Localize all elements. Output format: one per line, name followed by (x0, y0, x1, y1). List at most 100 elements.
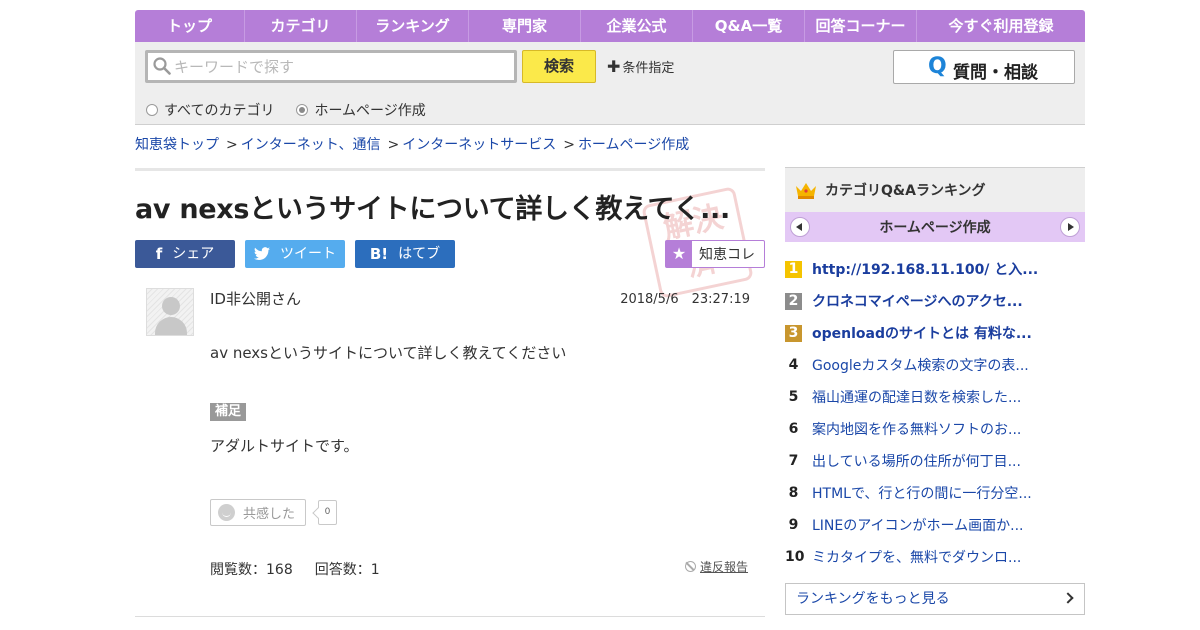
condition-label: 条件指定 (622, 61, 675, 76)
crown-icon (796, 183, 816, 199)
ranking-item-link[interactable]: HTMLで、行と行の間に一行分空... (812, 483, 1032, 503)
rank-number: 2 (785, 292, 802, 310)
nav-item-ranking[interactable]: ランキング (357, 10, 469, 42)
breadcrumb-link[interactable]: インターネットサービス (402, 137, 556, 153)
post-date: 2018/5/6 23:27:19 (620, 292, 750, 307)
more-ranking-label: ランキングをもっと見る (796, 591, 950, 607)
breadcrumb-link[interactable]: インターネット、通信 (241, 137, 381, 153)
radio-label: すべてのカテゴリ (164, 103, 275, 119)
radio-all-categories[interactable]: すべてのカテゴリ (146, 100, 274, 120)
ranking-category-bar: ホームページ作成 (785, 212, 1085, 242)
rank-number: 8 (788, 484, 799, 501)
rank-number: 5 (788, 388, 799, 405)
question-stats: 閲覧数：168 回答数：1 (210, 559, 402, 579)
search-input[interactable] (174, 55, 504, 79)
more-ranking-link[interactable]: ランキングをもっと見る (785, 583, 1085, 615)
empathy-count: 0 (318, 500, 337, 525)
next-category-button[interactable] (1060, 217, 1080, 237)
breadcrumb-link[interactable]: ホームページ作成 (578, 137, 689, 153)
empathy-button[interactable]: 共感した (210, 499, 306, 526)
ranking-item[interactable]: 4 Googleカスタム検索の文字の表... (785, 349, 1085, 381)
rank-number: 3 (785, 324, 802, 342)
chevron-right-icon (1062, 592, 1074, 604)
avatar-head (162, 297, 180, 315)
global-nav: トップ カテゴリ ランキング 専門家 企業公式 Q&A一覧 回答コーナー 今すぐ… (135, 10, 1085, 42)
ranking-item-link[interactable]: LINEのアイコンがホーム画面か... (812, 515, 1023, 535)
ranking-item[interactable]: 9 LINEのアイコンがホーム画面か... (785, 509, 1085, 541)
breadcrumb-separator: > (226, 137, 238, 153)
radio-dot-selected (296, 104, 309, 116)
ranking-item-link[interactable]: Googleカスタム検索の文字の表... (812, 355, 1029, 375)
ranking-title: カテゴリQ&Aランキング (825, 183, 986, 199)
ranking-item[interactable]: 10 ミカタイプを、無料でダウンロ... (785, 541, 1085, 573)
report-label: 違反報告 (700, 560, 749, 574)
ranking-item[interactable]: 5 福山通運の配達日数を検索した... (785, 381, 1085, 413)
ranking-item[interactable]: 2 クロネコマイページへのアクセ... (785, 285, 1085, 317)
share-label: シェア (172, 246, 215, 262)
hatena-bookmark-button[interactable]: B! はてブ (355, 240, 455, 268)
supplement-text: アダルトサイトです。 (210, 437, 359, 455)
ranking-item-link[interactable]: 福山通運の配達日数を検索した... (812, 387, 1021, 407)
answer-count: 回答数：1 (314, 562, 380, 578)
ranking-item[interactable]: 8 HTMLで、行と行の間に一行分空... (785, 477, 1085, 509)
radio-current-category[interactable]: ホームページ作成 (296, 100, 426, 120)
nav-item-category[interactable]: カテゴリ (245, 10, 357, 42)
nav-item-official[interactable]: 企業公式 (581, 10, 693, 42)
search-box (145, 50, 517, 83)
ranking-item[interactable]: 7 出している場所の住所が何丁目... (785, 445, 1085, 477)
avatar (146, 288, 194, 336)
nav-item-qa-list[interactable]: Q&A一覧 (693, 10, 805, 42)
breadcrumb-separator: > (563, 137, 575, 153)
nav-item-experts[interactable]: 専門家 (469, 10, 581, 42)
empathy-label: 共感した (243, 507, 296, 522)
ranking-header: カテゴリQ&Aランキング (785, 167, 1085, 212)
ranking-item-link[interactable]: ミカタイプを、無料でダウンロ... (812, 547, 1021, 567)
ranking-item-link[interactable]: http://192.168.11.100/ と入... (812, 259, 1038, 279)
rank-number: 9 (788, 516, 799, 533)
facebook-icon: f (155, 245, 163, 263)
question-body: av nexsというサイトについて詳しく教えてください (210, 344, 567, 362)
divider (135, 616, 765, 617)
nav-item-register[interactable]: 今すぐ利用登録 (917, 10, 1085, 42)
ranking-item-link[interactable]: openloadのサイトとは 有料な... (812, 323, 1032, 343)
twitter-share-button[interactable]: ツイート (245, 240, 345, 268)
plus-icon: ✚ (607, 57, 621, 76)
collect-label: 知恵コレ (699, 247, 755, 263)
radio-dot (146, 104, 158, 116)
rank-number: 6 (788, 420, 799, 437)
ranking-item-link[interactable]: クロネコマイページへのアクセ... (812, 291, 1023, 311)
nav-item-answer-corner[interactable]: 回答コーナー (805, 10, 917, 42)
prev-category-button[interactable] (790, 217, 810, 237)
ranking-category-label: ホームページ作成 (879, 220, 991, 236)
chie-collection-button[interactable]: ★ 知恵コレ (665, 240, 765, 268)
ranking-item-link[interactable]: 案内地図を作る無料ソフトのお... (812, 419, 1021, 439)
report-link[interactable]: 違反報告 (685, 558, 748, 575)
ranking-item[interactable]: 1 http://192.168.11.100/ と入... (785, 253, 1085, 285)
ask-question-label: 質問・相談 (953, 63, 1038, 83)
questioner-name: ID非公開さん (210, 290, 301, 308)
ranking-list: 1 http://192.168.11.100/ と入... 2 クロネコマイページへ… (785, 253, 1085, 573)
nav-item-top[interactable]: トップ (135, 10, 245, 42)
tweet-label: ツイート (280, 246, 336, 262)
condition-toggle[interactable]: ✚ 条件指定 (607, 57, 674, 76)
category-scope: すべてのカテゴリ ホームページ作成 (146, 100, 448, 120)
rank-number: 4 (788, 356, 799, 373)
search-icon (153, 57, 171, 75)
ask-question-button[interactable]: Q 質問・相談 (893, 50, 1075, 84)
view-count: 閲覧数：168 (210, 562, 293, 578)
ban-icon (685, 561, 696, 572)
ranking-item[interactable]: 6 案内地図を作る無料ソフトのお... (785, 413, 1085, 445)
star-icon: ★ (666, 241, 692, 267)
supplement-label: 補足 (210, 403, 247, 421)
breadcrumb-link[interactable]: 知恵袋トップ (135, 137, 219, 153)
smile-face-icon (218, 504, 235, 521)
search-button[interactable]: 検索 (522, 50, 596, 83)
facebook-share-button[interactable]: f シェア (135, 240, 235, 268)
ranking-item-link[interactable]: 出している場所の住所が何丁目... (812, 451, 1021, 471)
page-container: トップ カテゴリ ランキング 専門家 企業公式 Q&A一覧 回答コーナー 今すぐ… (135, 10, 1085, 617)
ranking-item[interactable]: 3 openloadのサイトとは 有料な... (785, 317, 1085, 349)
search-band: 検索 ✚条件指定 すべてのカテゴリ ホームページ作成 Q 質問・相談 (135, 42, 1085, 125)
rank-number: 1 (785, 260, 802, 278)
rank-number: 10 (785, 548, 805, 565)
category-ranking: カテゴリQ&Aランキング ホームページ作成 1 http://192.168.11… (785, 167, 1085, 615)
